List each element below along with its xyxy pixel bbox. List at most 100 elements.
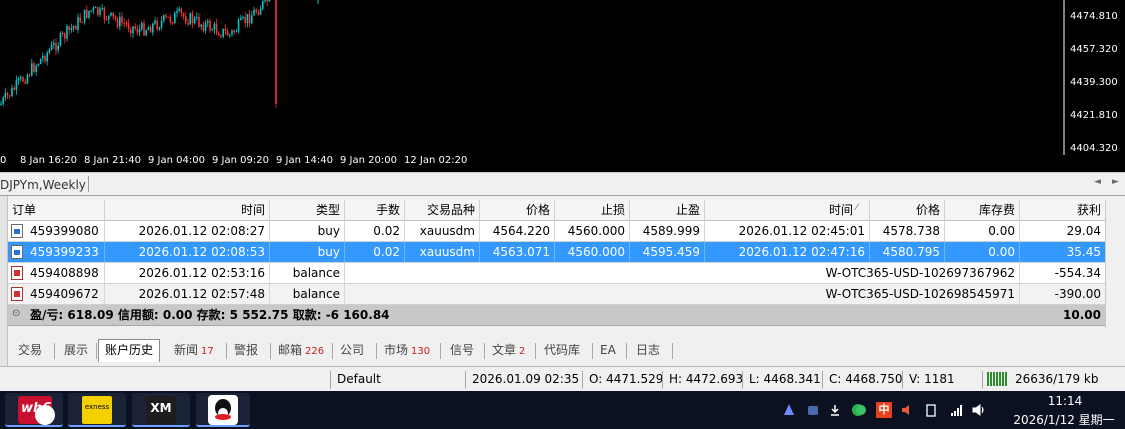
candle-body (64, 33, 66, 39)
candle-body (108, 15, 110, 20)
table-row[interactable]: 459399080 2026.01.12 02:08:27 buy 0.02 x… (8, 221, 1105, 242)
chart-tab-active[interactable]: DJPYm,Weekly (0, 178, 86, 192)
col-tp[interactable]: 止盈 (630, 200, 705, 221)
clock-date[interactable]: 2026/1/12 星期一 (1004, 411, 1124, 428)
tab-separator (484, 343, 485, 359)
cell-close-time: 2026.01.12 02:45:01 (705, 221, 870, 241)
col-close-time[interactable]: 时间 (705, 200, 870, 221)
candle-body (77, 17, 79, 30)
candle-body (209, 20, 211, 31)
terminal-gutter[interactable] (0, 196, 8, 366)
candle-body (189, 13, 191, 25)
tab-company[interactable]: 公司 (334, 340, 370, 362)
col-profit[interactable]: 获利 (1020, 200, 1105, 221)
status-profile[interactable]: Default (330, 371, 465, 389)
tray-sound-red-icon[interactable] (900, 403, 914, 417)
col-open-time[interactable]: 时间 (105, 200, 270, 221)
candle-body (213, 23, 216, 30)
candle-body (0, 103, 2, 105)
tab-trade[interactable]: 交易 (12, 340, 48, 362)
volume-icon[interactable] (972, 403, 986, 417)
app-qq[interactable] (196, 393, 250, 427)
time-tick: 8 Jan 21:40 (84, 155, 141, 166)
candle-body (253, 9, 255, 16)
cell-profit: -390.00 (1054, 287, 1101, 301)
tab-alerts[interactable]: 警报 (228, 340, 264, 362)
candle-body (83, 9, 86, 23)
candle-body (264, 0, 266, 1)
tab-articles[interactable]: 文章 2 (486, 340, 531, 362)
scroll-left-icon[interactable]: ◄ (1094, 177, 1101, 187)
app-wh6[interactable]: wh6 (5, 393, 63, 427)
tab-separator (226, 343, 227, 359)
candle-body (141, 23, 143, 30)
col-symbol[interactable]: 交易品种 (405, 200, 480, 221)
candle-body (185, 16, 187, 23)
col-sl[interactable]: 止损 (555, 200, 630, 221)
tab-market[interactable]: 市场 130 (378, 340, 436, 362)
tab-mailbox[interactable]: 邮箱 226 (272, 340, 330, 362)
candle-body (90, 10, 92, 12)
tab-code-base[interactable]: 代码库 (538, 340, 586, 362)
col-order[interactable]: 订单 (8, 200, 105, 221)
scroll-right-icon[interactable]: ► (1112, 177, 1119, 187)
candle-body (242, 17, 244, 19)
candle-body (125, 23, 128, 25)
candle-body (167, 16, 169, 18)
candle-body (202, 24, 205, 31)
tab-journal[interactable]: 日志 (630, 340, 666, 362)
table-scrollbar[interactable] (1105, 200, 1125, 328)
app-exness[interactable]: exness (68, 393, 126, 427)
candle-body (112, 12, 114, 17)
tray-ime-icon[interactable]: 中 (876, 402, 892, 418)
candle-body (57, 45, 59, 51)
tab-news[interactable]: 新闻 17 (168, 340, 220, 362)
candle-body (35, 65, 37, 73)
summary-text: 盈/亏: 618.09 信用额: 0.00 存款: 5 552.75 取款: -… (30, 308, 390, 322)
summary-bullet-icon: ⊙ (12, 308, 21, 319)
tab-account-history[interactable]: 账户历史 (98, 339, 161, 362)
candle-body (24, 81, 26, 84)
clock-time[interactable]: 11:14 (1010, 394, 1120, 408)
tray-wechat-icon[interactable] (854, 403, 868, 417)
time-tick: 9 Jan 09:20 (212, 155, 269, 166)
candle-body (37, 63, 40, 66)
tab-exposure[interactable]: 展示 (58, 340, 94, 362)
tray-app-icon[interactable] (782, 403, 796, 417)
candle-body (207, 20, 209, 23)
tray-clipboard-icon[interactable] (924, 403, 938, 417)
col-type[interactable]: 类型 (270, 200, 345, 221)
col-lots[interactable]: 手数 (345, 200, 405, 221)
candle-body (275, 0, 277, 104)
cell-close-time: 2026.01.12 02:47:16 (705, 242, 870, 262)
cell-sl: 4560.000 (555, 221, 630, 241)
candle-body (42, 55, 44, 59)
status-bar: Default 2026.01.09 02:35 O: 4471.529 H: … (0, 366, 1125, 391)
col-price[interactable]: 价格 (480, 200, 555, 221)
tab-experts[interactable]: EA (594, 340, 622, 362)
xm-label: XM (150, 401, 172, 415)
cell-tp: 4589.999 (630, 221, 705, 241)
candle-body (240, 17, 242, 20)
candle-body (248, 14, 251, 24)
qq-icon (208, 395, 238, 425)
candle-body (251, 15, 253, 24)
table-row[interactable]: 459409672 2026.01.12 02:57:48 balance W-… (8, 284, 1105, 305)
wifi-signal-icon[interactable] (950, 403, 964, 417)
table-header: 订单 时间 类型 手数 交易品种 价格 止损 止盈 时间 ⁄ 价格 库存费 获利 (8, 200, 1105, 221)
app-xm[interactable]: XM (132, 393, 190, 427)
tray-download-icon[interactable] (828, 403, 842, 417)
tray-cat-icon[interactable] (806, 403, 820, 417)
table-row[interactable]: 459408898 2026.01.12 02:53:16 balance W-… (8, 263, 1105, 284)
table-row-selected[interactable]: 459399233 2026.01.12 02:08:53 buy 0.02 x… (8, 242, 1105, 263)
candle-body (257, 12, 260, 15)
tab-signals[interactable]: 信号 (444, 340, 480, 362)
price-tick: 4404.320 (1070, 143, 1118, 154)
candle-body (101, 7, 103, 9)
candle-body (6, 93, 9, 96)
col-close-price[interactable]: 价格 (870, 200, 945, 221)
price-chart[interactable]: 4474.810 4457.320 4439.300 4421.810 4404… (0, 0, 1125, 172)
tab-separator (672, 343, 673, 359)
candle-body (156, 20, 158, 30)
col-swap[interactable]: 库存费 (945, 200, 1020, 221)
